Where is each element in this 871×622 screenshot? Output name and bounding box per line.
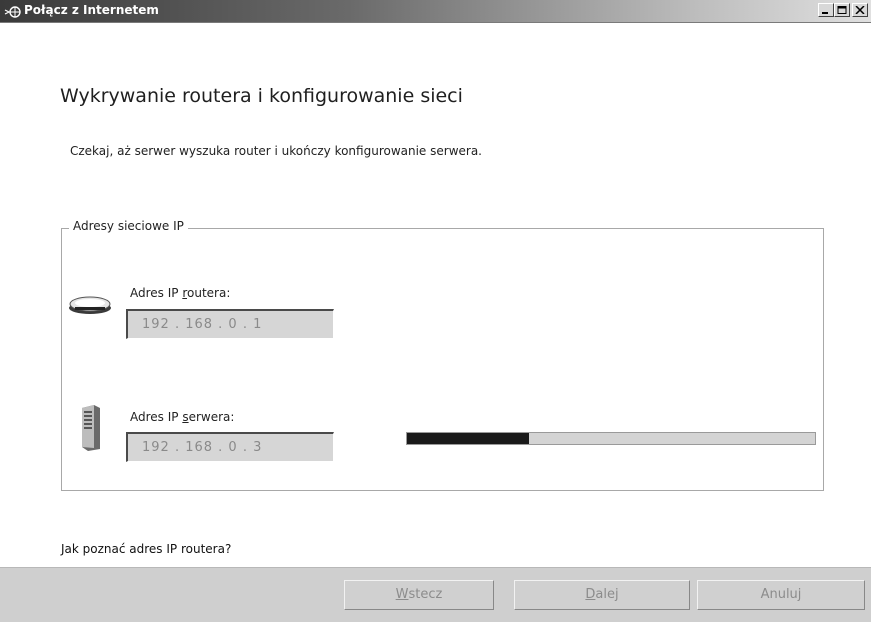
button-bar: Wstecz Dalej Anuluj <box>0 567 871 622</box>
help-link-router-ip[interactable]: Jak poznać adres IP routera? <box>61 542 231 556</box>
router-ip-label: Adres IP routera: <box>130 286 231 300</box>
router-ip-field[interactable]: 192 . 168 . 0 . 1 <box>126 309 334 339</box>
back-button[interactable]: Wstecz <box>344 580 494 610</box>
minimize-button[interactable] <box>818 3 834 17</box>
minimize-icon <box>822 12 828 14</box>
server-ip-value: 192 . 168 . 0 . 3 <box>142 440 263 455</box>
group-legend: Adresy sieciowe IP <box>69 219 188 233</box>
cancel-button[interactable]: Anuluj <box>697 580 865 610</box>
network-icon <box>4 4 22 18</box>
next-button[interactable]: Dalej <box>514 580 690 610</box>
close-button[interactable] <box>852 3 868 17</box>
page-title: Wykrywanie routera i konfigurowanie siec… <box>60 85 463 107</box>
server-ip-field[interactable]: 192 . 168 . 0 . 3 <box>126 432 334 462</box>
window-title: Połącz z Internetem <box>24 3 159 17</box>
title-bar[interactable]: Połącz z Internetem <box>0 0 871 23</box>
close-icon <box>855 6 865 14</box>
page-description: Czekaj, aż serwer wyszuka router i ukońc… <box>70 144 482 158</box>
server-icon <box>80 405 102 455</box>
server-ip-label: Adres IP serwera: <box>130 410 235 424</box>
router-icon <box>67 294 113 320</box>
maximize-button[interactable] <box>834 3 850 17</box>
router-ip-value: 192 . 168 . 0 . 1 <box>142 317 263 332</box>
progress-bar <box>406 432 816 445</box>
progress-fill <box>407 433 530 444</box>
maximize-icon <box>837 6 847 14</box>
